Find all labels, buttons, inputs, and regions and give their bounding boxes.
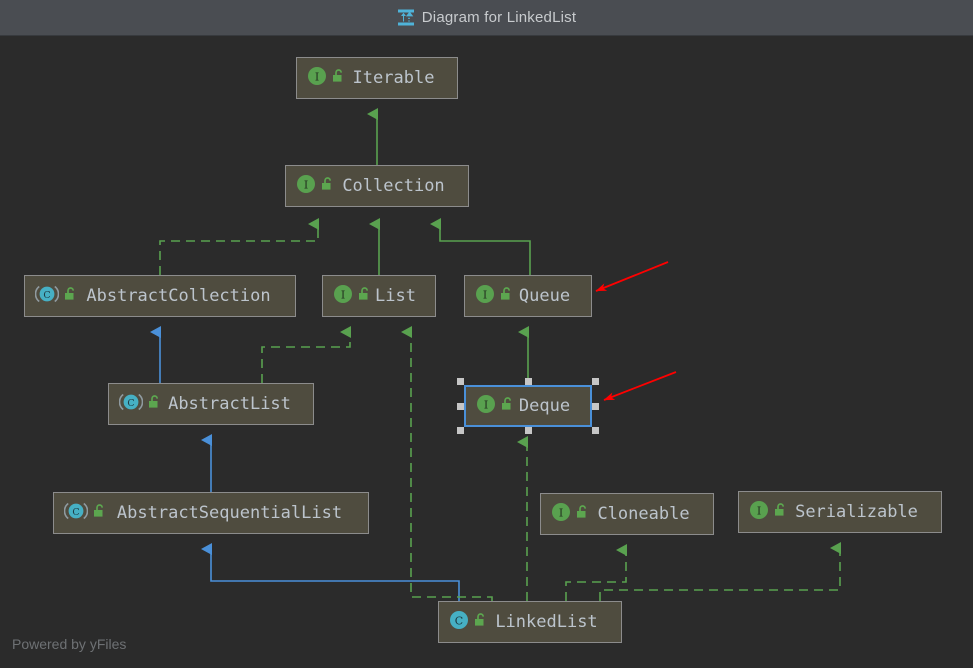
abstract-class-icon: C (63, 501, 89, 526)
edge-linkedlist-abstractsequentiallist (201, 543, 460, 601)
node-label: AbstractCollection (86, 286, 271, 306)
selection-handle[interactable] (524, 427, 532, 434)
node-cloneable[interactable]: I Cloneable (540, 493, 714, 535)
node-collection[interactable]: I Collection (285, 165, 469, 207)
svg-text:I: I (484, 398, 488, 411)
node-deque[interactable]: I Deque (464, 385, 592, 427)
abstract-class-icon: C (118, 392, 144, 417)
node-badges: I (551, 502, 590, 527)
node-badges: C (449, 610, 488, 635)
edge-layer (150, 108, 841, 601)
node-label: AbstractSequentialList (116, 503, 343, 523)
node-badges: C (63, 501, 107, 526)
public-unlocked-icon (331, 68, 346, 89)
window-titlebar: Diagram for LinkedList (0, 0, 973, 36)
selection-handle[interactable] (457, 378, 464, 385)
node-abstract-collection[interactable]: C AbstractCollection (24, 275, 296, 317)
selection-handle[interactable] (592, 427, 599, 434)
node-badges: I (749, 500, 788, 525)
svg-text:C: C (43, 290, 50, 301)
edge-linkedlist-cloneable (565, 544, 627, 601)
yfiles-watermark: Powered by yFiles (12, 636, 127, 652)
node-badges: I (476, 394, 515, 419)
interface-icon: I (333, 284, 353, 309)
node-label: List (375, 286, 416, 306)
public-unlocked-icon (473, 612, 488, 633)
interface-icon: I (551, 502, 571, 527)
node-label: Queue (518, 286, 571, 306)
svg-text:I: I (341, 288, 345, 301)
diagram-canvas[interactable]: I Iterable I Collection C AbstractCollection I… (0, 36, 973, 668)
public-unlocked-icon (500, 396, 515, 417)
svg-text:I: I (757, 504, 761, 517)
selection-handle[interactable] (524, 378, 532, 385)
node-abstract-list[interactable]: C AbstractList (108, 383, 314, 425)
public-unlocked-icon (575, 504, 590, 525)
node-badges: C (118, 392, 162, 417)
node-abstract-sequential-list[interactable]: C AbstractSequentialList (53, 492, 369, 534)
node-label: Cloneable (597, 504, 690, 524)
selection-handle[interactable] (457, 402, 464, 410)
interface-icon: I (476, 394, 496, 419)
svg-text:C: C (72, 507, 79, 518)
node-serializable[interactable]: I Serializable (738, 491, 942, 533)
svg-text:C: C (127, 398, 134, 409)
interface-icon: I (749, 500, 769, 525)
svg-text:I: I (315, 70, 319, 83)
svg-text:I: I (483, 288, 487, 301)
node-iterable[interactable]: I Iterable (296, 57, 458, 99)
node-label: AbstractList (168, 394, 291, 414)
public-unlocked-icon (357, 286, 372, 307)
edge-linkedlist-list (401, 326, 493, 601)
node-badges: I (307, 66, 346, 91)
diagram-window: Diagram for LinkedList I Iterable I Coll… (0, 0, 973, 668)
node-badges: C (34, 284, 78, 309)
node-list[interactable]: I List (322, 275, 436, 317)
edge-abstractlist-list (261, 326, 351, 383)
public-unlocked-icon (147, 394, 162, 415)
node-label: Collection (342, 176, 445, 196)
node-label: LinkedList (495, 612, 598, 632)
selection-handle[interactable] (592, 378, 599, 385)
selection-handle[interactable] (457, 427, 464, 434)
annotation-arrow-to-queue (595, 261, 669, 292)
edge-linkedlist-serializable (599, 542, 841, 601)
annotation-arrow-to-deque (603, 371, 677, 401)
node-badges: I (333, 284, 372, 309)
public-unlocked-icon (320, 176, 335, 197)
interface-icon: I (296, 174, 316, 199)
public-unlocked-icon (773, 502, 788, 523)
diagram-icon (397, 9, 415, 26)
svg-text:I: I (559, 506, 563, 519)
node-label: Deque (518, 396, 571, 416)
selection-handle[interactable] (592, 402, 599, 410)
node-label: Iterable (352, 68, 435, 88)
node-badges: I (475, 284, 514, 309)
interface-icon: I (307, 66, 327, 91)
window-title: Diagram for LinkedList (421, 9, 577, 26)
public-unlocked-icon (92, 503, 107, 524)
public-unlocked-icon (499, 286, 514, 307)
node-label: Serializable (795, 502, 918, 522)
node-badges: I (296, 174, 335, 199)
public-unlocked-icon (63, 286, 78, 307)
class-icon: C (449, 610, 469, 635)
edge-queue-collection (430, 218, 531, 275)
abstract-class-icon: C (34, 284, 60, 309)
node-linked-list[interactable]: C LinkedList (438, 601, 622, 643)
svg-text:C: C (455, 614, 463, 627)
node-queue[interactable]: I Queue (464, 275, 592, 317)
svg-text:I: I (304, 178, 308, 191)
edge-abstractcollection-collection (159, 218, 319, 275)
interface-icon: I (475, 284, 495, 309)
